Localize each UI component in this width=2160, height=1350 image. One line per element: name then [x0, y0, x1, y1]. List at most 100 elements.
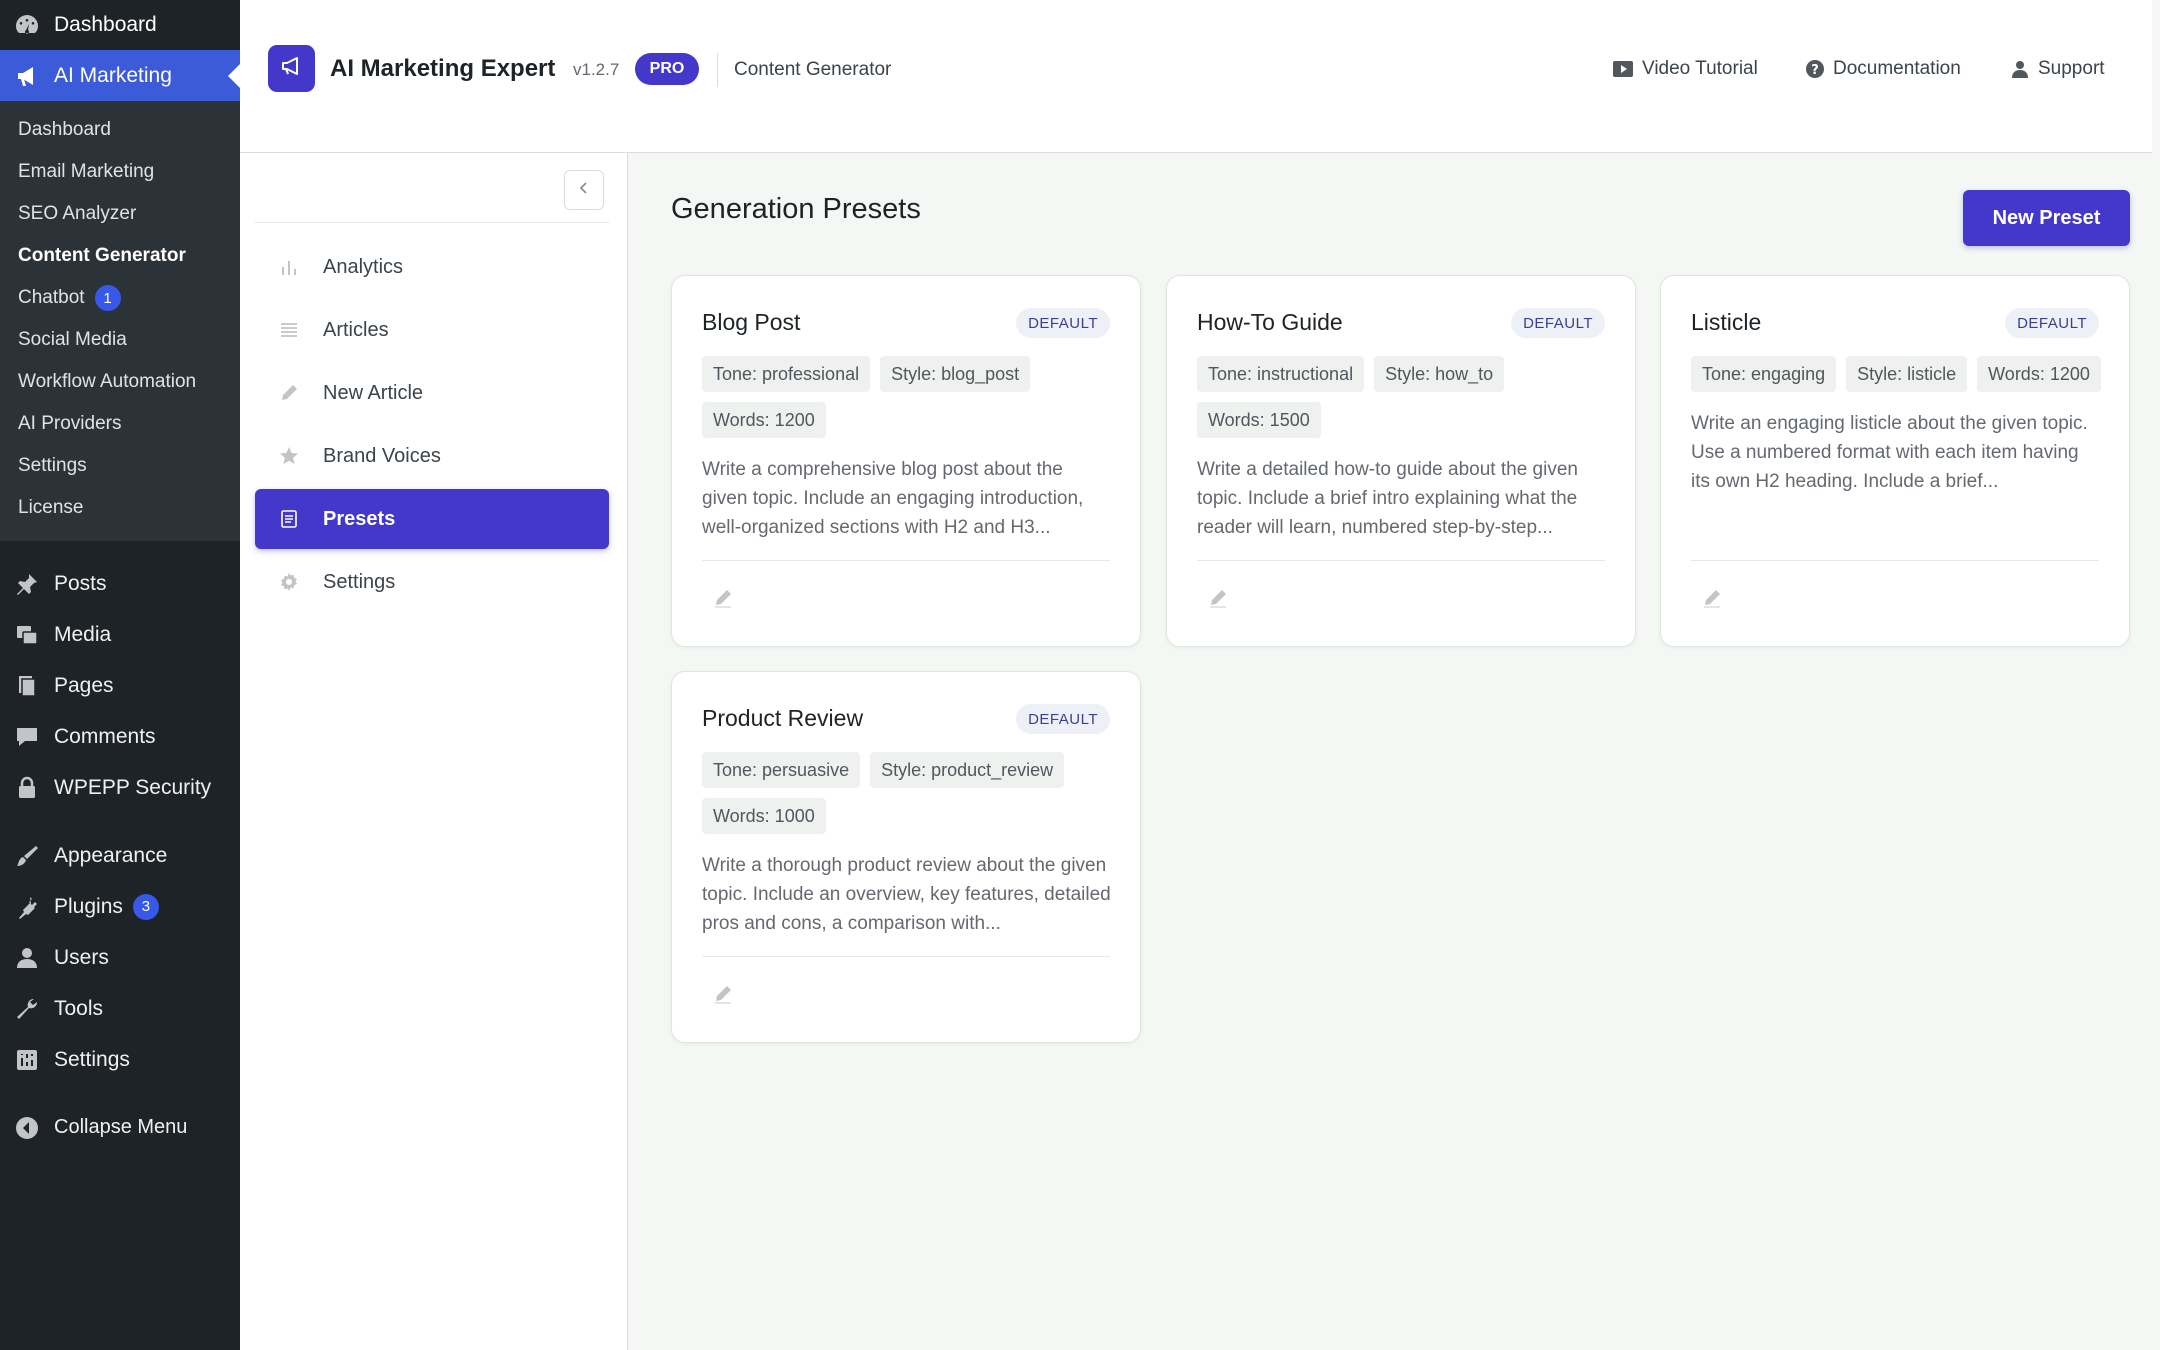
- gear-icon: [277, 572, 301, 592]
- submenu-settings[interactable]: Settings: [0, 445, 240, 487]
- megaphone-icon: [280, 54, 304, 83]
- link-label: Support: [2038, 58, 2105, 79]
- preset-description: Write an engaging listicle about the giv…: [1691, 413, 2088, 492]
- chart-icon: [277, 257, 301, 277]
- card-divider: [702, 560, 1110, 561]
- wp-menu-label: Users: [54, 945, 109, 969]
- default-badge: DEFAULT: [1016, 308, 1110, 338]
- preset-description: Write a thorough product review about th…: [702, 855, 1111, 934]
- wp-menu-media[interactable]: Media: [0, 609, 240, 660]
- wp-menu-pages[interactable]: Pages: [0, 660, 240, 711]
- nav-label: Articles: [323, 318, 389, 341]
- words-tag: Words: 1200: [702, 402, 826, 438]
- preset-card: How-To Guide DEFAULT Tone: instructional…: [1166, 275, 1636, 647]
- wp-menu-label: Comments: [54, 724, 156, 748]
- preset-tags: Tone: instructional Style: how_to Words:…: [1197, 356, 1612, 438]
- style-tag: Style: blog_post: [880, 356, 1031, 392]
- page-title: Generation Presets: [671, 193, 921, 225]
- nav-item-articles[interactable]: Articles: [255, 300, 609, 360]
- style-tag: Style: listicle: [1846, 356, 1968, 392]
- submenu-ai-providers[interactable]: AI Providers: [0, 403, 240, 445]
- wp-menu-dashboard[interactable]: Dashboard: [0, 0, 240, 50]
- preset-description: Write a detailed how-to guide about the …: [1197, 459, 1578, 538]
- preset-title: Blog Post: [702, 309, 801, 335]
- plug-icon: [12, 892, 42, 922]
- wp-menu-wpepp-security[interactable]: WPEPP Security: [0, 762, 240, 813]
- edit-preset-button[interactable]: [1204, 586, 1232, 614]
- preset-tags: Tone: engaging Style: listicle Words: 12…: [1691, 356, 2106, 392]
- video-tutorial-link[interactable]: Video Tutorial: [1612, 58, 1758, 80]
- submenu-license[interactable]: License: [0, 487, 240, 529]
- wrench-icon: [12, 994, 42, 1024]
- wp-menu-tools[interactable]: Tools: [0, 983, 240, 1034]
- wp-menu-plugins[interactable]: Plugins 3: [0, 881, 240, 932]
- wp-menu-label: Appearance: [54, 843, 168, 867]
- user-icon: [2010, 59, 2030, 79]
- nav-item-new-article[interactable]: New Article: [255, 363, 609, 423]
- tone-tag: Tone: persuasive: [702, 752, 861, 788]
- edit-preset-button[interactable]: [709, 982, 737, 1010]
- submenu-chatbot[interactable]: Chatbot 1: [0, 277, 240, 319]
- wp-menu-label: Dashboard: [54, 13, 157, 36]
- preset-title: Product Review: [702, 705, 864, 731]
- words-tag: Words: 1200: [1977, 356, 2101, 392]
- wp-menu-label: Collapse Menu: [54, 1116, 188, 1138]
- wp-admin-sidebar: Dashboard AI Marketing Dashboard Email M…: [0, 0, 240, 1350]
- nav-divider: [255, 222, 609, 223]
- wp-menu-label: Pages: [54, 673, 114, 697]
- pin-icon: [12, 569, 42, 599]
- video-icon: [1612, 59, 1634, 79]
- dashboard-icon: [12, 10, 42, 40]
- preset-description: Write a comprehensive blog post about th…: [702, 459, 1084, 538]
- new-preset-button[interactable]: New Preset: [1963, 190, 2130, 246]
- pencil-icon: [713, 984, 733, 1009]
- megaphone-icon: [12, 61, 42, 91]
- nav-item-analytics[interactable]: Analytics: [255, 237, 609, 297]
- preset-tags: Tone: persuasive Style: product_review W…: [702, 752, 1117, 834]
- list-icon: [277, 320, 301, 340]
- wp-menu-comments[interactable]: Comments: [0, 711, 240, 762]
- submenu-seo-analyzer[interactable]: SEO Analyzer: [0, 193, 240, 235]
- submenu-email-marketing[interactable]: Email Marketing: [0, 151, 240, 193]
- submenu-dashboard[interactable]: Dashboard: [0, 109, 240, 151]
- wp-menu-ai-marketing[interactable]: AI Marketing: [0, 50, 240, 101]
- plugins-count-badge: 3: [132, 893, 159, 920]
- nav-item-settings[interactable]: Settings: [255, 552, 609, 612]
- pencil-icon: [713, 588, 733, 613]
- wp-menu-appearance[interactable]: Appearance: [0, 830, 240, 881]
- app-title: AI Marketing Expert: [330, 55, 556, 82]
- plugin-header: AI Marketing Expert v1.2.7 PRO Content G…: [240, 0, 2152, 153]
- star-icon: [277, 446, 301, 466]
- pages-icon: [12, 671, 42, 701]
- submenu-workflow-automation[interactable]: Workflow Automation: [0, 361, 240, 403]
- media-icon: [12, 620, 42, 650]
- submenu-social-media[interactable]: Social Media: [0, 319, 240, 361]
- collapse-sidebar-button[interactable]: [564, 170, 604, 210]
- preset-card: Blog Post DEFAULT Tone: professional Sty…: [671, 275, 1141, 647]
- wp-menu-label: Media: [54, 622, 112, 646]
- default-badge: DEFAULT: [1016, 704, 1110, 734]
- wp-menu-settings[interactable]: Settings: [0, 1034, 240, 1085]
- wp-menu-label: Settings: [54, 1047, 130, 1071]
- nav-label: Analytics: [323, 255, 404, 278]
- svg-text:?: ?: [1811, 63, 1819, 78]
- documentation-link[interactable]: ? Documentation: [1805, 58, 1961, 80]
- document-icon: [277, 509, 301, 529]
- edit-preset-button[interactable]: [1698, 586, 1726, 614]
- edit-preset-button[interactable]: [709, 586, 737, 614]
- style-tag: Style: product_review: [870, 752, 1065, 788]
- support-link[interactable]: Support: [2010, 58, 2105, 80]
- submenu-content-generator[interactable]: Content Generator: [0, 235, 240, 277]
- tone-tag: Tone: professional: [702, 356, 871, 392]
- card-divider: [702, 956, 1110, 957]
- preset-title: Listicle: [1691, 309, 1762, 335]
- nav-item-brand-voices[interactable]: Brand Voices: [255, 426, 609, 486]
- pencil-icon: [1208, 588, 1228, 613]
- settings-icon: [12, 1045, 42, 1075]
- wp-menu-label: AI Marketing: [54, 63, 172, 87]
- pencil-icon: [1702, 588, 1722, 613]
- wp-menu-posts[interactable]: Posts: [0, 558, 240, 609]
- nav-item-presets[interactable]: Presets: [255, 489, 609, 549]
- wp-menu-users[interactable]: Users: [0, 932, 240, 983]
- wp-collapse-menu[interactable]: Collapse Menu: [0, 1102, 240, 1153]
